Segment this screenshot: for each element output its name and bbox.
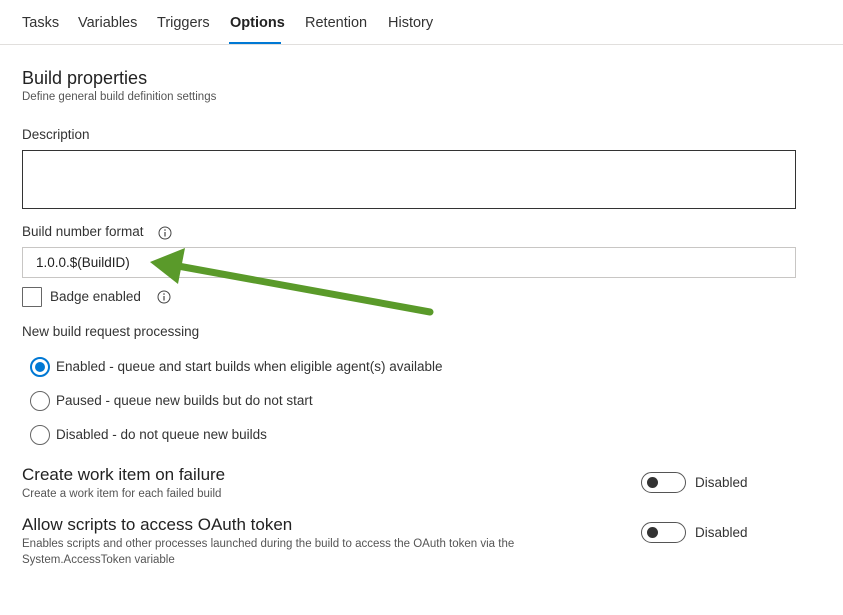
- tab-triggers[interactable]: Triggers: [157, 15, 210, 31]
- work-item-title: Create work item on failure: [22, 465, 226, 484]
- tab-history[interactable]: History: [388, 15, 433, 31]
- build-properties-subtitle: Define general build definition settings: [22, 91, 217, 103]
- toggle-knob: [647, 527, 658, 538]
- description-label: Description: [22, 127, 90, 142]
- oauth-toggle-label: Disabled: [695, 525, 748, 540]
- info-icon[interactable]: [158, 226, 172, 240]
- new-build-request-label: New build request processing: [22, 324, 200, 339]
- info-icon[interactable]: [157, 290, 171, 304]
- radio-button[interactable]: [30, 357, 50, 377]
- badge-enabled-checkbox[interactable]: [22, 287, 42, 307]
- oauth-toggle[interactable]: [641, 522, 686, 543]
- radio-option-enabled[interactable]: Enabled - queue and start builds when el…: [30, 357, 490, 379]
- radio-label: Enabled - queue and start builds when el…: [56, 359, 443, 374]
- tab-options[interactable]: Options: [230, 15, 285, 31]
- radio-option-paused[interactable]: Paused - queue new builds but do not sta…: [30, 391, 330, 413]
- tab-variables[interactable]: Variables: [78, 15, 137, 31]
- work-item-toggle[interactable]: [641, 472, 686, 493]
- tab-tasks[interactable]: Tasks: [22, 15, 59, 31]
- tab-bar: Tasks Variables Triggers Options Retenti…: [0, 0, 843, 45]
- oauth-title: Allow scripts to access OAuth token: [22, 515, 293, 534]
- build-number-format-input[interactable]: [22, 247, 796, 278]
- radio-option-disabled[interactable]: Disabled - do not queue new builds: [30, 425, 290, 447]
- build-number-format-label: Build number format: [22, 224, 144, 239]
- radio-button[interactable]: [30, 425, 50, 445]
- radio-button[interactable]: [30, 391, 50, 411]
- oauth-subtitle-line1: Enables scripts and other processes laun…: [22, 538, 515, 550]
- work-item-subtitle: Create a work item for each failed build: [22, 488, 222, 500]
- radio-label: Disabled - do not queue new builds: [56, 427, 267, 442]
- oauth-subtitle-line2: System.AccessToken variable: [22, 554, 175, 566]
- toggle-knob: [647, 477, 658, 488]
- badge-enabled-label: Badge enabled: [50, 289, 141, 304]
- tab-retention[interactable]: Retention: [305, 15, 367, 31]
- active-tab-indicator: [229, 42, 281, 44]
- radio-label: Paused - queue new builds but do not sta…: [56, 393, 313, 408]
- description-field[interactable]: [22, 150, 796, 209]
- work-item-toggle-label: Disabled: [695, 475, 748, 490]
- build-properties-title: Build properties: [22, 68, 148, 88]
